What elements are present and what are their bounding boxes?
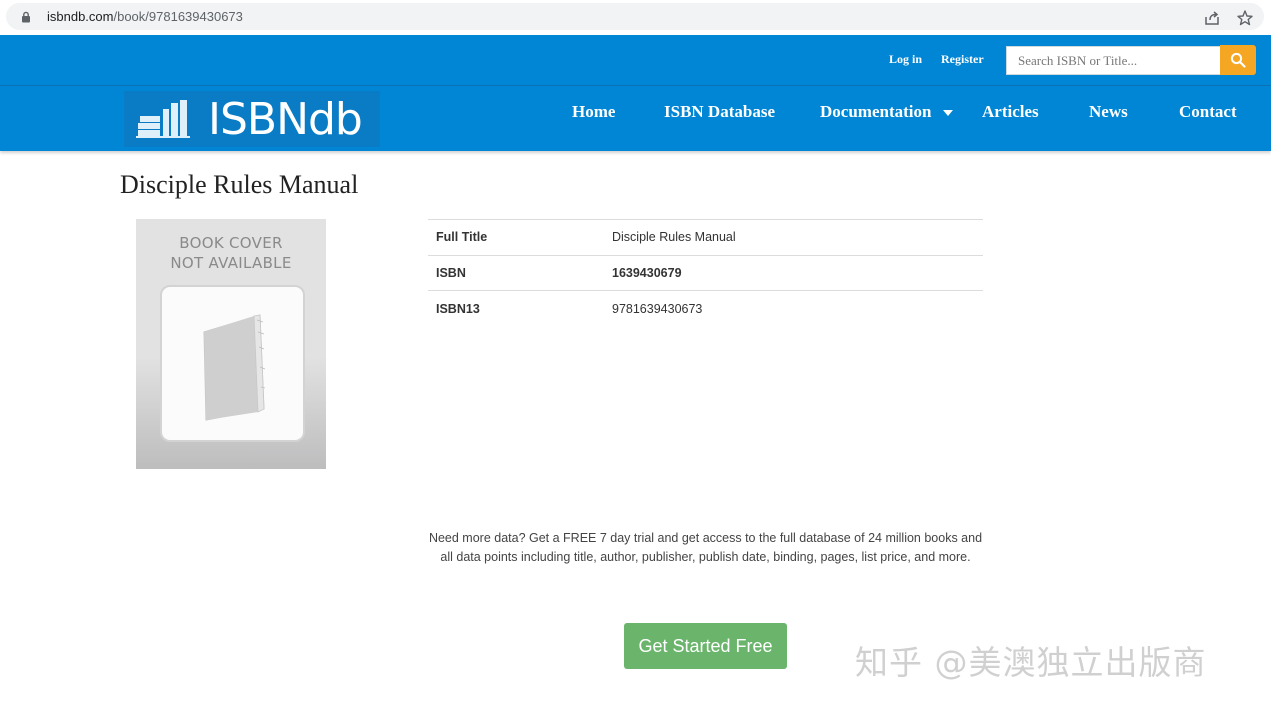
search-icon xyxy=(1230,52,1246,68)
url-path: /book/9781639430673 xyxy=(113,9,243,24)
watermark: 知乎 @美澳独立出版商 xyxy=(855,643,1207,682)
brand-name: ISBNdb xyxy=(208,93,363,145)
site-logo[interactable]: ISBNdb xyxy=(124,91,380,147)
url-text[interactable]: isbndb.com/book/9781639430673 xyxy=(47,9,243,24)
table-row: ISBN13 9781639430673 xyxy=(428,290,983,326)
detail-label: Full Title xyxy=(428,219,604,255)
promo-text: Need more data? Get a FREE 7 day trial a… xyxy=(428,531,983,564)
share-icon[interactable] xyxy=(1203,9,1221,27)
cover-caption-line2: NOT AVAILABLE xyxy=(170,254,292,272)
get-started-button[interactable]: Get Started Free xyxy=(624,623,787,669)
table-row: ISBN 1639430679 xyxy=(428,254,983,291)
page-title: Disciple Rules Manual xyxy=(120,170,359,199)
nav-articles[interactable]: Articles xyxy=(982,102,1039,122)
cover-caption-line1: BOOK COVER xyxy=(179,234,283,252)
chevron-down-icon xyxy=(943,110,954,117)
nav-home[interactable]: Home xyxy=(572,102,615,122)
cover-card xyxy=(160,285,305,442)
nav-documentation-label: Documentation xyxy=(820,102,932,121)
detail-value: Disciple Rules Manual xyxy=(604,219,983,255)
cover-caption: BOOK COVER NOT AVAILABLE xyxy=(136,233,326,273)
search-button[interactable] xyxy=(1220,45,1256,75)
table-row: Full Title Disciple Rules Manual xyxy=(428,219,983,255)
detail-value: 9781639430673 xyxy=(604,290,983,326)
address-bar[interactable]: isbndb.com/book/9781639430673 xyxy=(6,3,1264,30)
nav-isbn-database[interactable]: ISBN Database xyxy=(664,102,775,122)
book-cover-placeholder: BOOK COVER NOT AVAILABLE xyxy=(136,219,326,469)
search-input[interactable] xyxy=(1006,46,1221,75)
lock-icon xyxy=(22,11,30,23)
nav-contact[interactable]: Contact xyxy=(1179,102,1237,122)
detail-label: ISBN xyxy=(428,254,604,291)
books-logo-icon xyxy=(136,100,190,138)
nav-documentation[interactable]: Documentation xyxy=(820,102,954,122)
book-details-table: Full Title Disciple Rules Manual ISBN 16… xyxy=(428,219,983,326)
login-link[interactable]: Log in xyxy=(889,52,922,67)
main-navigation: ISBNdb Home ISBN Database Documentation … xyxy=(0,86,1271,151)
url-host: isbndb.com xyxy=(47,9,114,24)
detail-value: 1639430679 xyxy=(604,254,983,291)
browser-toolbar: isbndb.com/book/9781639430673 xyxy=(0,0,1271,35)
top-utility-bar: Log in Register xyxy=(0,35,1271,86)
register-link[interactable]: Register xyxy=(941,52,984,67)
detail-label: ISBN13 xyxy=(428,290,604,326)
book-icon xyxy=(203,314,266,421)
nav-news[interactable]: News xyxy=(1089,102,1128,122)
bookmark-star-icon[interactable] xyxy=(1236,9,1254,27)
